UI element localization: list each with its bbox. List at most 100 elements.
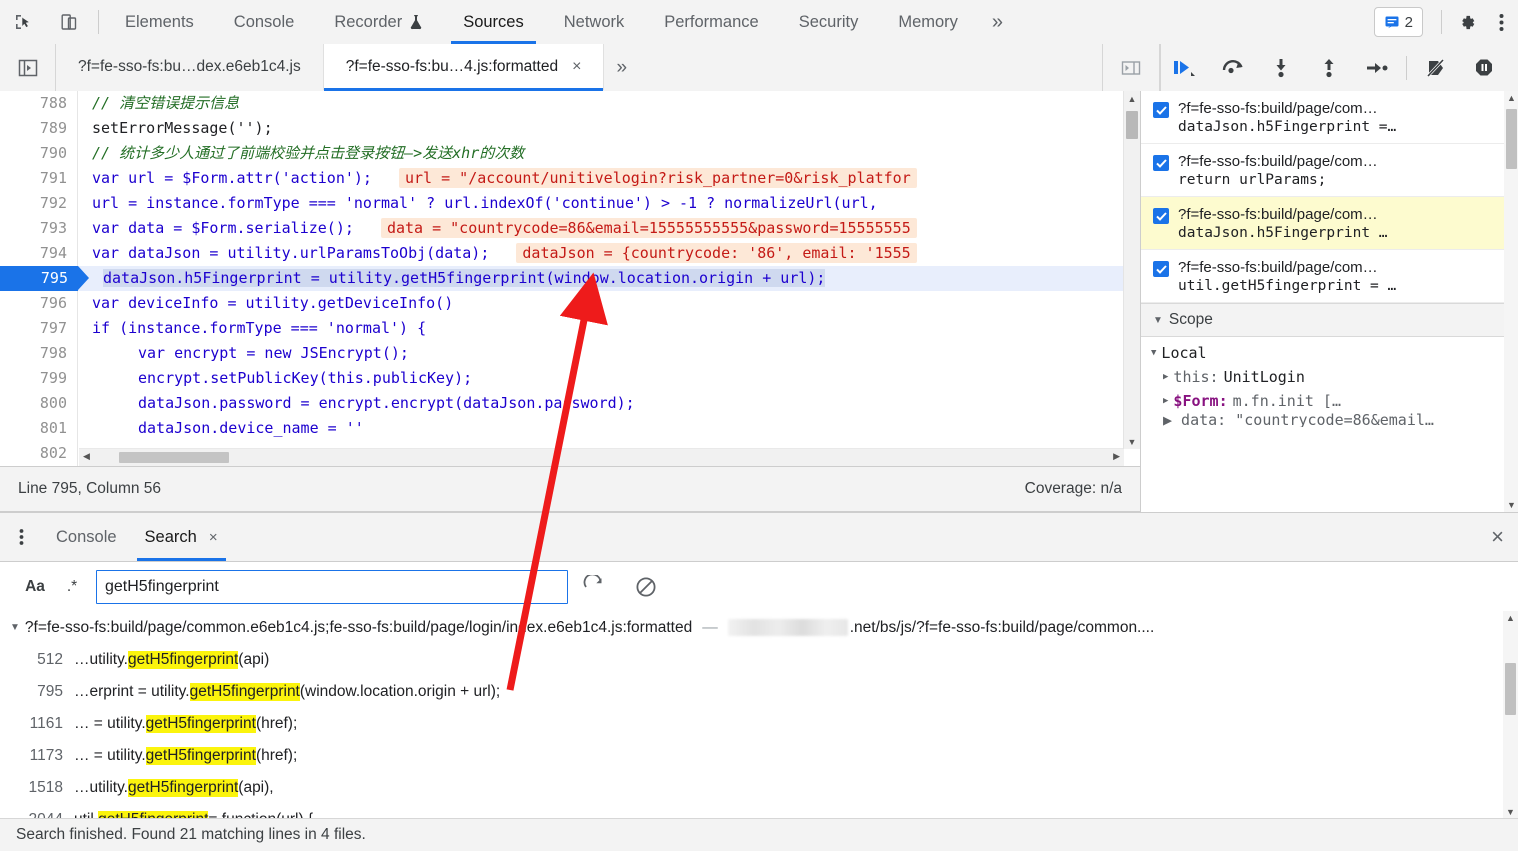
drawer-kebab-icon[interactable] — [0, 513, 42, 561]
code-line-797[interactable]: 797 if (instance.formType === 'normal') … — [0, 316, 1140, 341]
scrollbar-thumb[interactable] — [1506, 109, 1517, 169]
drawer-tab-console[interactable]: Console — [42, 513, 131, 561]
search-result-row[interactable]: 795 …erprint = utility. getH5fingerprint(… — [0, 676, 1518, 708]
code-line-791[interactable]: 791 var url = $Form.attr('action'); url … — [0, 166, 1140, 191]
code-line-794[interactable]: 794 var dataJson = utility.urlParamsToOb… — [0, 241, 1140, 266]
code-line-799[interactable]: 799 encrypt.setPublicKey(this.publicKey)… — [0, 366, 1140, 391]
scope-row[interactable]: ▶ this: UnitLogin — [1151, 365, 1518, 389]
step-into-next-function-call-icon[interactable] — [1257, 45, 1305, 91]
step-over-next-function-call-icon[interactable] — [1209, 45, 1257, 91]
drawer-tab-search[interactable]: Search × — [131, 513, 232, 561]
code-line-796[interactable]: 796 var deviceInfo = utility.getDeviceIn… — [0, 291, 1140, 316]
inline-evaluated-value: dataJson = {countrycode: '86', email: '1… — [516, 243, 917, 263]
close-icon[interactable]: × — [572, 59, 581, 75]
breakpoint-item[interactable]: ?f=fe-sso-fs:build/page/com… util.getH5f… — [1141, 250, 1518, 303]
breakpoint-checkbox[interactable] — [1153, 102, 1169, 118]
code-line-795-current[interactable]: 795 dataJson.h5Fingerprint = utility.get… — [0, 266, 1140, 291]
code-line-792[interactable]: 792 url = instance.formType === 'normal'… — [0, 191, 1140, 216]
code-line-790[interactable]: 790 // 统计多少人通过了前端校验并点击登录按钮—>发送xhr的次数 — [0, 141, 1140, 166]
chevron-right-icon[interactable]: ▶ — [1163, 396, 1168, 406]
scrollbar-thumb[interactable] — [119, 452, 229, 463]
scroll-right-icon[interactable]: ▶ — [1113, 451, 1120, 462]
refresh-icon[interactable] — [568, 574, 620, 599]
scroll-up-icon[interactable]: ▲ — [1503, 611, 1518, 625]
result-pre: …erprint = utility. — [74, 683, 190, 700]
more-panels-icon[interactable]: » — [978, 0, 1017, 44]
file-tab-index[interactable]: ?f=fe-sso-fs:bu…dex.e6eb1c4.js — [56, 44, 324, 90]
search-input[interactable] — [96, 569, 568, 604]
line-content: encrypt.setPublicKey(this.publicKey); — [78, 366, 472, 391]
scrollbar-thumb[interactable] — [1505, 663, 1516, 715]
file-tab-formatted[interactable]: ?f=fe-sso-fs:bu…4.js:formatted × — [323, 44, 605, 91]
breakpoint-item[interactable]: ?f=fe-sso-fs:build/page/com… return urlP… — [1141, 144, 1518, 197]
use-regex-toggle[interactable]: .* — [54, 578, 90, 596]
code-line-788[interactable]: 788 // 清空错误提示信息 — [0, 91, 1140, 116]
cursor-position[interactable]: Line 795, Column 56 — [18, 480, 161, 498]
show-navigator-icon[interactable] — [0, 44, 56, 91]
step-out-of-current-function-icon[interactable] — [1305, 45, 1353, 91]
devtools-window: Elements Console Recorder Sources Networ… — [0, 0, 1518, 851]
breakpoint-texts: ?f=fe-sso-fs:build/page/com… return urlP… — [1178, 153, 1509, 188]
scroll-left-icon[interactable]: ◀ — [83, 451, 90, 462]
breakpoint-item-active[interactable]: ?f=fe-sso-fs:build/page/com… dataJson.h5… — [1141, 197, 1518, 250]
editor-horizontal-scrollbar[interactable]: ◀ ▶ — [79, 448, 1124, 466]
tab-sources[interactable]: Sources — [443, 0, 544, 44]
more-file-tabs-icon[interactable]: » — [604, 44, 639, 91]
issues-button[interactable]: 2 — [1373, 7, 1423, 37]
scroll-down-icon[interactable]: ▼ — [1504, 498, 1518, 512]
tab-performance[interactable]: Performance — [644, 0, 778, 44]
sidebar-vertical-scrollbar[interactable]: ▲ ▼ — [1504, 91, 1518, 512]
tab-network[interactable]: Network — [544, 0, 645, 44]
search-result-row[interactable]: 1173 … = utility. getH5fingerprint (href); — [0, 740, 1518, 772]
scope-local-group[interactable]: ▼ Local — [1151, 341, 1518, 365]
code-line-798[interactable]: 798 var encrypt = new JSEncrypt(); — [0, 341, 1140, 366]
tab-security[interactable]: Security — [779, 0, 879, 44]
breakpoint-checkbox[interactable] — [1153, 208, 1169, 224]
kebab-menu-icon[interactable] — [1484, 0, 1518, 44]
chevron-down-icon[interactable]: ▼ — [10, 622, 20, 633]
editor-vertical-scrollbar[interactable]: ▲ ▼ — [1123, 91, 1140, 449]
step-icon[interactable] — [1353, 45, 1401, 91]
scroll-up-icon[interactable]: ▲ — [1124, 91, 1140, 106]
scrollbar-thumb[interactable] — [1126, 111, 1138, 139]
code-line-793[interactable]: 793 var data = $Form.serialize(); data =… — [0, 216, 1140, 241]
inspect-element-icon[interactable] — [0, 0, 46, 44]
coverage-status[interactable]: Coverage: n/a — [1025, 480, 1122, 498]
code-line-801[interactable]: 801 dataJson.device_name = '' — [0, 416, 1140, 441]
pause-on-exceptions-icon[interactable] — [1460, 45, 1508, 91]
resume-script-execution-icon[interactable] — [1161, 45, 1209, 91]
tab-elements[interactable]: Elements — [105, 0, 214, 44]
match-case-toggle[interactable]: Aa — [16, 578, 54, 596]
scope-row-clipped[interactable]: ▶ data: "countrycode=86&email… — [1151, 413, 1518, 427]
code-line-789[interactable]: 789 setErrorMessage(''); — [0, 116, 1140, 141]
scroll-down-icon[interactable]: ▼ — [1124, 434, 1140, 449]
scope-section-header[interactable]: ▼ Scope — [1141, 303, 1518, 337]
results-vertical-scrollbar[interactable]: ▲ ▼ — [1503, 611, 1518, 819]
scroll-down-icon[interactable]: ▼ — [1503, 805, 1518, 819]
chevron-right-icon[interactable]: ▶ — [1163, 372, 1168, 382]
scope-row[interactable]: ▶ $Form: m.fn.init [… — [1151, 389, 1518, 413]
device-toolbar-icon[interactable] — [46, 0, 92, 44]
show-debugger-sidebar-icon[interactable] — [1102, 44, 1160, 91]
search-result-group-header[interactable]: ▼ ?f=fe-sso-fs:build/page/common.e6eb1c4… — [0, 611, 1518, 644]
search-result-row[interactable]: 1518 …utility. getH5fingerprint (api), — [0, 772, 1518, 804]
search-result-row[interactable]: 512 …utility. getH5fingerprint (api) — [0, 644, 1518, 676]
code-line-800[interactable]: 800 dataJson.password = encrypt.encrypt(… — [0, 391, 1140, 416]
close-icon[interactable]: × — [209, 529, 218, 546]
deactivate-breakpoints-icon[interactable] — [1412, 45, 1460, 91]
line-number: 802 — [0, 441, 78, 466]
tab-console[interactable]: Console — [214, 0, 315, 44]
gear-icon[interactable] — [1450, 0, 1484, 44]
source-code-editor[interactable]: 788 // 清空错误提示信息 789 setErrorMessage('');… — [0, 91, 1140, 466]
clear-icon[interactable] — [620, 575, 672, 599]
scroll-up-icon[interactable]: ▲ — [1504, 91, 1518, 105]
breakpoint-item[interactable]: ?f=fe-sso-fs:build/page/com… dataJson.h5… — [1141, 91, 1518, 144]
breakpoint-checkbox[interactable] — [1153, 261, 1169, 277]
breakpoint-checkbox[interactable] — [1153, 155, 1169, 171]
tab-recorder[interactable]: Recorder — [314, 0, 443, 44]
search-result-row[interactable]: 1161 … = utility. getH5fingerprint (href); — [0, 708, 1518, 740]
tab-memory[interactable]: Memory — [878, 0, 978, 44]
search-result-row[interactable]: 2044 util.getH5fingerprint = function(ur… — [0, 804, 1518, 819]
close-drawer-icon[interactable]: × — [1491, 526, 1504, 548]
search-results[interactable]: ▼ ?f=fe-sso-fs:build/page/common.e6eb1c4… — [0, 611, 1518, 819]
